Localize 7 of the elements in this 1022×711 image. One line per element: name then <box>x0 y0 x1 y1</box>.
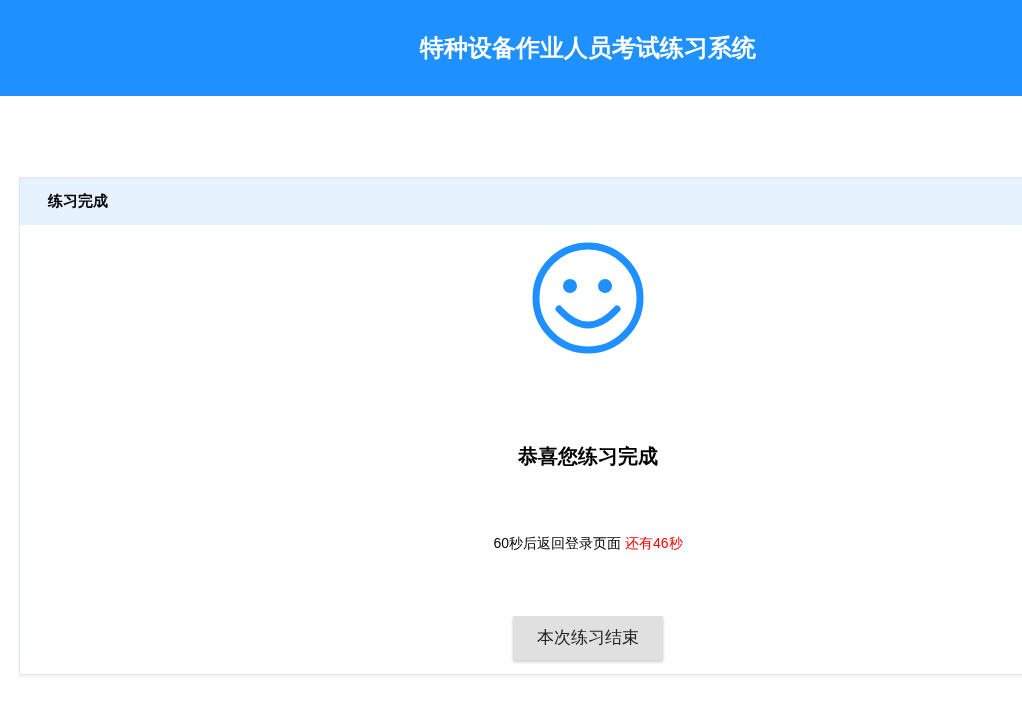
end-practice-button[interactable]: 本次练习结束 <box>513 616 663 660</box>
countdown-text: 60秒后返回登录页面 <box>493 534 621 553</box>
remaining-time: 还有46秒 <box>625 534 683 553</box>
card-title: 练习完成 <box>48 191 108 212</box>
success-message: 恭喜您练习完成 <box>518 444 658 469</box>
smiley-icon <box>531 241 645 355</box>
app-title: 特种设备作业人员考试练习系统 <box>420 33 756 63</box>
